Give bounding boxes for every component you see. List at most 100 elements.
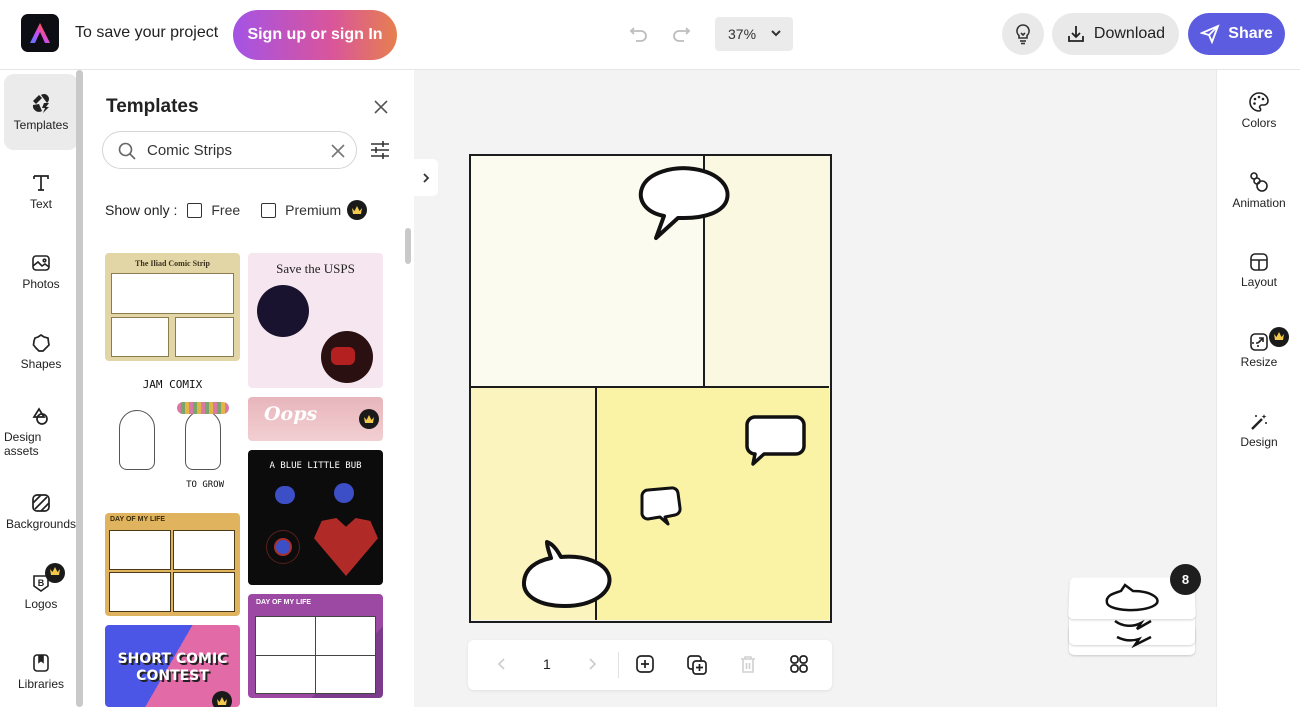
premium-label: Premium (285, 202, 342, 218)
rail-item-photos[interactable]: Photos (4, 234, 78, 310)
premium-crown-badge (347, 200, 368, 220)
search-value: Comic Strips (147, 142, 233, 159)
thumb-title: A BLUE LITTLE BUB (269, 461, 362, 471)
delete-page-icon[interactable] (738, 654, 758, 674)
thumb-title: DAY OF MY LIFE (256, 599, 312, 606)
panel-scrollbar[interactable] (405, 228, 411, 264)
search-icon (118, 142, 136, 160)
speech-bubble-rect-small[interactable] (637, 486, 685, 528)
close-icon[interactable] (372, 98, 392, 118)
rail-item-layout[interactable]: Layout (1217, 235, 1300, 305)
palette-icon (1249, 91, 1269, 112)
download-icon (1068, 26, 1084, 42)
template-thumb-day-of-my-life-1[interactable]: DAY OF MY LIFE (105, 513, 240, 616)
text-icon (33, 175, 49, 191)
save-prompt: To save your project (75, 24, 219, 41)
prev-page-icon[interactable] (496, 654, 508, 674)
thumb-title: The Iliad Comic Strip (135, 259, 210, 268)
premium-crown-badge (359, 409, 379, 429)
thumb-title: Oops (264, 403, 318, 425)
undo-icon[interactable] (627, 22, 651, 46)
left-rail-scrollbar[interactable] (76, 70, 83, 707)
free-checkbox[interactable] (187, 202, 203, 218)
redo-icon[interactable] (669, 22, 693, 46)
photos-icon (32, 255, 50, 271)
rail-label: Design (1240, 434, 1278, 449)
crown-icon (364, 415, 374, 423)
svg-text:B: B (38, 578, 45, 588)
crown-icon (50, 567, 60, 575)
thumb-title: Save the USPS (276, 261, 355, 276)
rail-item-design-assets[interactable]: Design assets (4, 394, 78, 470)
rail-item-design[interactable]: Design (1217, 395, 1300, 465)
rail-item-logos[interactable]: B Logos (4, 554, 78, 630)
template-thumb-iliad[interactable]: The Iliad Comic Strip (105, 253, 240, 361)
panel-title: Templates (106, 96, 199, 117)
rail-label: Resize (1240, 354, 1278, 369)
rail-label: Photos (22, 277, 60, 291)
lightbulb-icon (1016, 24, 1030, 45)
speech-bubble-rect-right[interactable] (744, 414, 810, 472)
share-button[interactable]: Share (1188, 13, 1285, 55)
add-page-icon[interactable] (635, 654, 655, 674)
rail-item-animation[interactable]: Animation (1217, 155, 1300, 225)
rail-item-backgrounds[interactable]: Backgrounds (4, 474, 78, 550)
rail-item-text[interactable]: Text (4, 154, 78, 230)
comic-page[interactable] (469, 154, 832, 623)
backgrounds-icon (32, 494, 50, 512)
template-thumb-usps[interactable]: Save the USPS (248, 253, 383, 388)
rail-item-resize[interactable]: Resize (1217, 315, 1300, 385)
rail-label: Logos (24, 597, 58, 611)
share-label: Share (1228, 25, 1273, 42)
template-thumb-oops[interactable]: Oops (248, 397, 383, 441)
show-only-filters: Show only : Free Premium (105, 200, 368, 220)
free-label: Free (211, 202, 241, 218)
page-number: 1 (543, 656, 551, 672)
template-thumb-jam-comix[interactable]: JAM COMIX TO GROW (105, 370, 240, 500)
expand-panel-button[interactable] (414, 159, 438, 196)
speech-bubble-oval-bottom[interactable] (521, 540, 617, 612)
rail-item-libraries[interactable]: Libraries (4, 634, 78, 710)
page-count-badge: 8 (1170, 564, 1201, 595)
template-thumb-day-of-my-life-2[interactable]: DAY OF MY LIFE (248, 594, 383, 698)
rail-item-templates[interactable]: Templates (4, 74, 78, 150)
sign-up-button[interactable]: Sign up or sign In (233, 10, 397, 60)
download-button[interactable]: Download (1052, 13, 1179, 55)
pager-divider (618, 652, 619, 678)
show-only-label: Show only : (105, 202, 178, 218)
ideas-button[interactable] (1002, 13, 1044, 55)
filter-settings-icon[interactable] (369, 139, 391, 166)
premium-checkbox[interactable] (261, 202, 277, 218)
rail-label: Layout (1240, 274, 1278, 289)
chevron-right-icon (423, 172, 430, 183)
clear-search-icon[interactable] (329, 142, 347, 160)
rail-item-shapes[interactable]: Shapes (4, 314, 78, 390)
templates-panel: Templates Comic Strips Show only : Free … (84, 70, 414, 707)
premium-crown-badge (212, 691, 232, 707)
next-page-icon[interactable] (586, 654, 598, 674)
adobe-express-logo[interactable] (21, 14, 59, 52)
magic-wand-icon (1251, 413, 1267, 430)
send-icon (1200, 24, 1220, 44)
design-assets-icon (32, 407, 48, 425)
duplicate-page-icon[interactable] (686, 654, 708, 676)
left-rail: Templates Text Photos Shapes Design asse… (0, 70, 78, 707)
template-thumb-blue-bub[interactable]: A BLUE LITTLE BUB (248, 450, 383, 585)
templates-icon (32, 94, 49, 113)
thumb-title: SHORT COMIC CONTEST (117, 651, 228, 684)
premium-crown-badge (1269, 327, 1289, 347)
grid-view-icon[interactable] (789, 654, 809, 674)
chevron-down-icon (771, 30, 781, 37)
rail-item-colors[interactable]: Colors (1217, 75, 1300, 145)
zoom-level-select[interactable]: 37% (715, 17, 793, 51)
rail-label: Design assets (4, 430, 42, 458)
crown-icon (217, 697, 227, 705)
thumb-title: DAY OF MY LIFE (110, 516, 166, 523)
canvas-area: 1 8 (414, 70, 1216, 707)
template-search-input[interactable]: Comic Strips (102, 131, 357, 169)
download-label: Download (1093, 25, 1166, 42)
resize-icon (1250, 332, 1268, 351)
rail-label: Colors (1241, 115, 1277, 130)
speech-bubble-oval[interactable] (636, 164, 736, 244)
template-thumb-short-comic-contest[interactable]: SHORT COMIC CONTEST (105, 625, 240, 707)
